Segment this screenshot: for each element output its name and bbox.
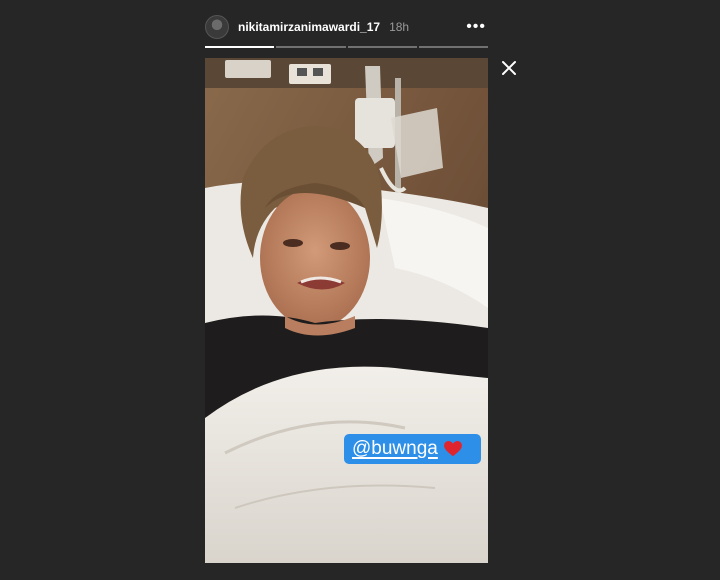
progress-fill [205,46,275,48]
progress-segment[interactable] [418,46,488,48]
story-header: nikitamirzanimawardi_17 18h ••• [205,12,488,42]
timestamp: 18h [389,20,410,34]
progress-segment[interactable] [347,46,417,48]
story-media[interactable] [205,58,488,563]
story-viewer: nikitamirzanimawardi_17 18h ••• @buwnga [0,0,720,580]
mention-sticker[interactable]: @buwnga [344,434,481,464]
more-options-icon[interactable]: ••• [466,19,488,35]
progress-segment[interactable] [276,46,346,48]
avatar[interactable] [205,15,229,39]
close-icon[interactable] [499,58,519,78]
mention-handle[interactable]: @buwnga [352,438,438,460]
story-progress-bar [205,46,488,48]
progress-segment[interactable] [205,46,275,48]
heart-icon [443,441,462,457]
story-photo [205,58,488,563]
username[interactable]: nikitamirzanimawardi_17 [238,20,380,34]
